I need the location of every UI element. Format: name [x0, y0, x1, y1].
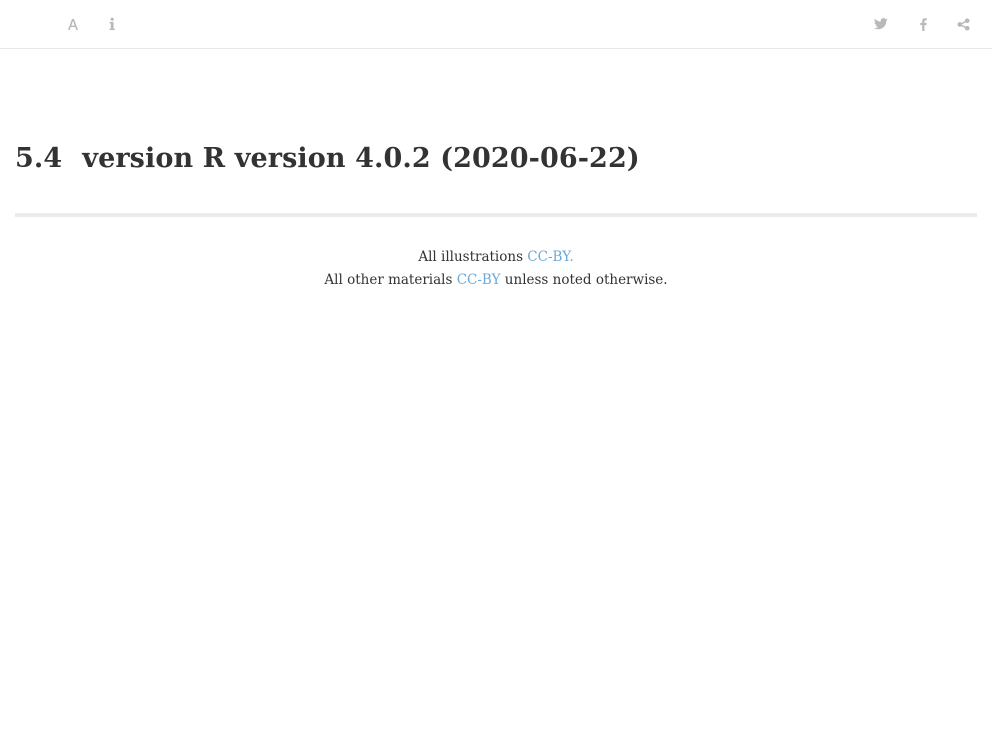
info-icon [109, 17, 115, 30]
section-number: 5.4 [15, 143, 63, 174]
book-header-toolbar [0, 0, 992, 49]
share-button[interactable] [951, 12, 975, 36]
footer-line-illustrations: All illustrations CC-BY. [0, 246, 992, 269]
share-icon [956, 17, 970, 31]
cc-by-illustrations-link[interactable]: CC-BY. [527, 249, 573, 265]
section-heading: 5.4 version R version 4.0.2 (2020-06-22) [15, 143, 640, 174]
section-title: version R version 4.0.2 (2020-06-22) [82, 143, 640, 174]
license-footer: All illustrations CC-BY. All other mater… [0, 246, 992, 292]
info-button[interactable] [100, 12, 124, 36]
twitter-icon [874, 18, 888, 30]
footer-materials-text: All other materials [324, 272, 457, 288]
section-divider [15, 213, 977, 217]
footer-line-materials: All other materials CC-BY unless noted o… [0, 269, 992, 292]
font-icon [68, 19, 78, 30]
font-settings-button[interactable] [61, 12, 85, 36]
facebook-icon [919, 17, 927, 31]
footer-materials-suffix: unless noted otherwise. [500, 272, 668, 288]
footer-illustrations-text: All illustrations [418, 249, 528, 265]
facebook-button[interactable] [911, 12, 935, 36]
twitter-button[interactable] [869, 12, 893, 36]
cc-by-materials-link[interactable]: CC-BY [457, 272, 501, 288]
